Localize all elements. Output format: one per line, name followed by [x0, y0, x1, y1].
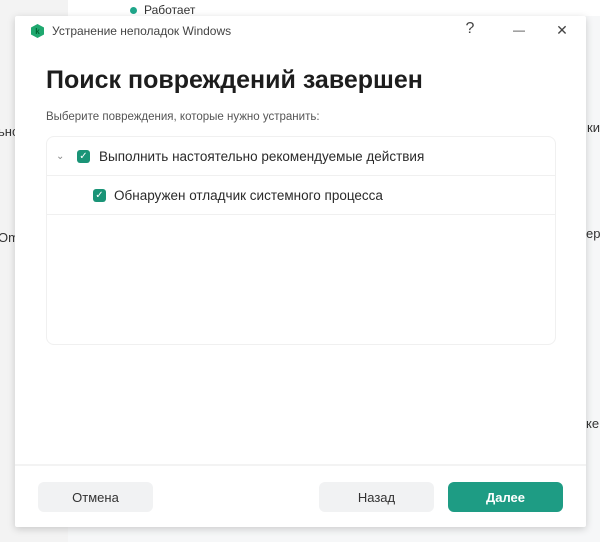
back-button[interactable]: Назад [319, 482, 434, 512]
title-bar: k Устранение неполадок Windows ? — ✕ [15, 16, 586, 46]
cancel-button[interactable]: Отмена [38, 482, 153, 512]
checkbox-debugger[interactable]: ✓ [93, 188, 106, 202]
chevron-down-icon[interactable]: ⌄ [56, 151, 64, 162]
help-button[interactable]: ? [458, 20, 482, 38]
dialog-footer: Отмена Назад Далее [15, 464, 586, 529]
close-button[interactable]: ✕ [550, 22, 574, 39]
list-item-group[interactable]: ⌄ ✓ Выполнить настоятельно рекомендуемые… [47, 137, 555, 176]
troubleshooting-dialog: k Устранение неполадок Windows ? — ✕ Пои… [15, 16, 586, 527]
checkbox-recommended[interactable]: ✓ [77, 149, 90, 163]
minimize-button[interactable]: — [507, 23, 531, 37]
window-title: Устранение неполадок Windows [52, 24, 232, 38]
page-title: Поиск повреждений завершен [46, 66, 423, 94]
instructions-text: Выберите повреждения, которые нужно устр… [46, 111, 320, 123]
next-button[interactable]: Далее [448, 482, 563, 512]
kaspersky-logo-icon: k [31, 24, 44, 38]
list-item-label: Выполнить настоятельно рекомендуемые дей… [99, 148, 425, 164]
list-item-label: Обнаружен отладчик системного процесса [114, 187, 383, 203]
status-text: Работает [144, 3, 196, 17]
background-text: ки [587, 120, 600, 135]
status-dot-icon [130, 6, 137, 14]
background-text: ер [586, 226, 600, 241]
background-status: Работает [130, 3, 195, 17]
issues-list: ⌄ ✓ Выполнить настоятельно рекомендуемые… [46, 136, 556, 345]
background-text: кен [586, 416, 600, 431]
list-item[interactable]: ✓ Обнаружен отладчик системного процесса [47, 176, 555, 215]
